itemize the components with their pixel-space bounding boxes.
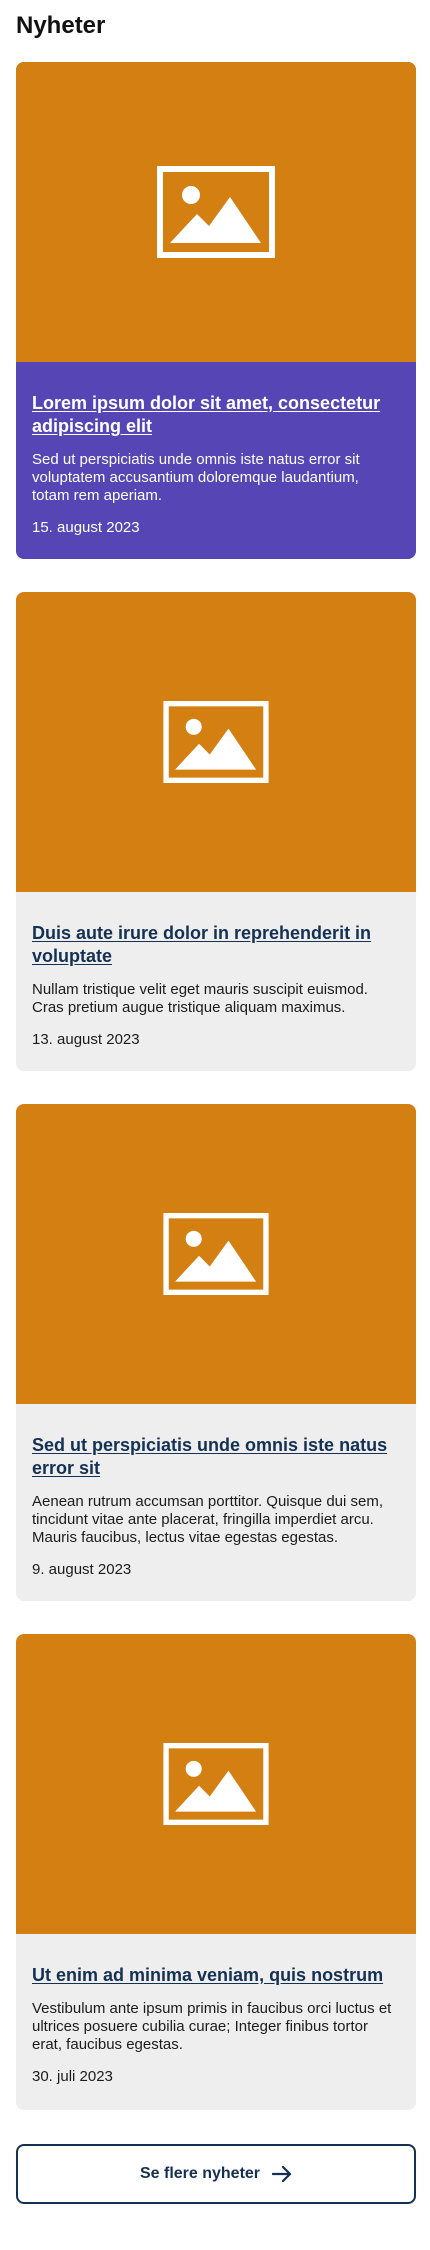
image-placeholder-icon: [163, 701, 269, 783]
news-card-title-link[interactable]: Sed ut perspiciatis unde omnis iste natu…: [32, 1434, 400, 1480]
news-card[interactable]: Sed ut perspiciatis unde omnis iste natu…: [16, 1104, 416, 1601]
news-card-excerpt: Aenean rutrum accumsan porttitor. Quisqu…: [32, 1493, 384, 1546]
news-card-image: [16, 1104, 416, 1404]
image-placeholder-icon: [163, 1213, 269, 1295]
see-more-news-label: Se flere nyheter: [139, 2165, 261, 2182]
news-card-body: Duis aute irure dolor in reprehenderit i…: [16, 892, 416, 1065]
image-placeholder-icon: [157, 166, 275, 258]
news-page: Nyheter Lorem ipsum dolor sit amet, cons…: [0, 0, 430, 2250]
news-card-body: Sed ut perspiciatis unde omnis iste natu…: [16, 1404, 416, 1595]
news-card-image: [16, 62, 416, 362]
news-card[interactable]: Ut enim ad minima veniam, quis nostrum V…: [16, 1634, 416, 2110]
news-card[interactable]: Lorem ipsum dolor sit amet, consectetur …: [16, 62, 416, 559]
news-card-image: [16, 1634, 416, 1934]
news-card-body: Lorem ipsum dolor sit amet, consectetur …: [16, 362, 416, 553]
news-card-date: 13. august 2023: [32, 1031, 140, 1048]
news-card-excerpt: Vestibulum ante ipsum primis in faucibus…: [32, 2000, 392, 2053]
arrow-right-icon: [272, 2166, 292, 2182]
news-card-excerpt: Nullam tristique velit eget mauris susci…: [32, 981, 368, 1016]
news-card-date: 9. august 2023: [32, 1561, 132, 1578]
news-card[interactable]: Duis aute irure dolor in reprehenderit i…: [16, 592, 416, 1071]
news-card-title-link[interactable]: Duis aute irure dolor in reprehenderit i…: [32, 922, 400, 968]
see-more-news-button[interactable]: Se flere nyheter: [16, 2144, 416, 2204]
news-card-title-link[interactable]: Ut enim ad minima veniam, quis nostrum: [32, 1964, 400, 1987]
image-placeholder-icon: [163, 1743, 269, 1825]
news-card-title-link[interactable]: Lorem ipsum dolor sit amet, consectetur …: [32, 392, 400, 438]
news-card-date: 30. juli 2023: [32, 2068, 113, 2085]
news-card-body: Ut enim ad minima veniam, quis nostrum V…: [16, 1934, 416, 2102]
news-card-image: [16, 592, 416, 892]
news-card-excerpt: Sed ut perspiciatis unde omnis iste natu…: [32, 451, 360, 504]
page-title: Nyheter: [16, 12, 106, 39]
news-card-date: 15. august 2023: [32, 519, 140, 536]
